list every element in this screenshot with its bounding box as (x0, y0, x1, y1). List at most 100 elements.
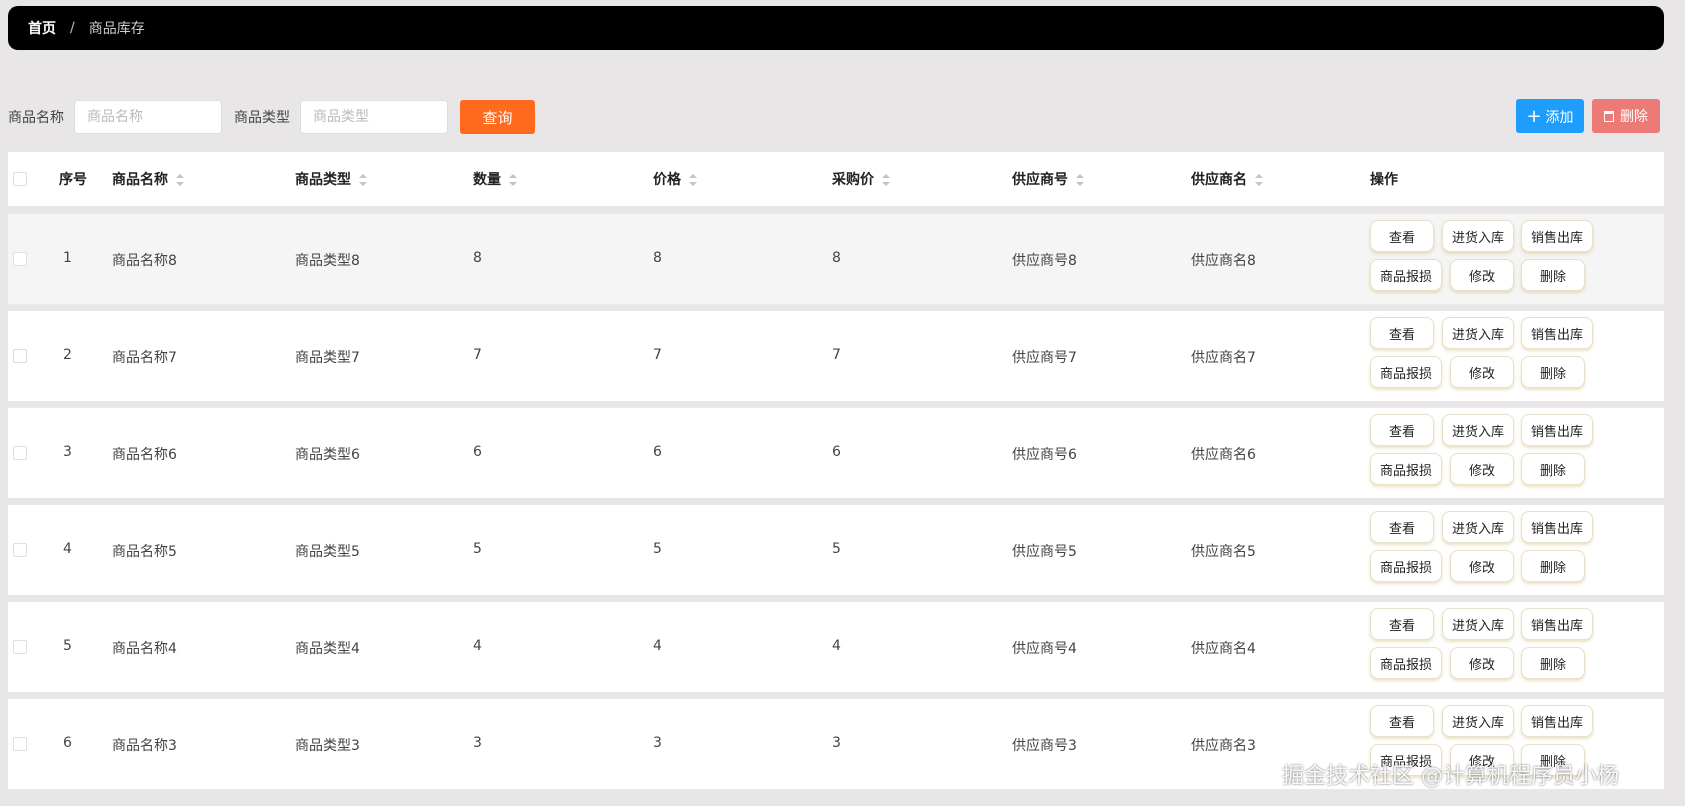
sort-icon[interactable] (359, 174, 367, 186)
sort-icon[interactable] (176, 174, 184, 186)
header-price-label: 价格 (653, 172, 681, 188)
cell-purchase-price: 7 (832, 347, 841, 363)
cell-type: 商品类型5 (295, 544, 360, 560)
breadcrumb-home[interactable]: 首页 (28, 18, 56, 38)
loss-report-button[interactable]: 商品报损 (1370, 453, 1442, 485)
sort-icon[interactable] (689, 174, 697, 186)
trash-icon (1604, 111, 1614, 122)
cell-name: 商品名称4 (112, 641, 177, 657)
sort-icon[interactable] (509, 174, 517, 186)
row-checkbox[interactable] (13, 543, 27, 557)
cell-type: 商品类型7 (295, 350, 360, 366)
header-qty[interactable]: 数量 (473, 169, 517, 189)
delete-button[interactable]: 删除 (1521, 356, 1585, 388)
cell-price: 6 (653, 444, 662, 460)
cell-name: 商品名称6 (112, 447, 177, 463)
table-row[interactable]: 1 商品名称8 商品类型8 8 8 8 供应商号8 供应商名8 查看 进货入库 销售出库 商品报损 修改… (8, 214, 1664, 304)
cell-supplier-name: 供应商名3 (1191, 738, 1256, 754)
loss-report-button[interactable]: 商品报损 (1370, 356, 1442, 388)
row-checkbox[interactable] (13, 737, 27, 751)
table-row[interactable]: 2 商品名称7 商品类型7 7 7 7 供应商号7 供应商名7 查看 进货入库 销售出库 商品报损 修改… (8, 311, 1664, 401)
header-name[interactable]: 商品名称 (112, 169, 184, 189)
cell-qty: 5 (473, 541, 482, 557)
sale-out-button[interactable]: 销售出库 (1521, 608, 1593, 640)
delete-button[interactable]: 删除 (1521, 259, 1585, 291)
cell-purchase-price: 3 (832, 735, 841, 751)
cell-supplier-no: 供应商号3 (1012, 738, 1077, 754)
row-checkbox[interactable] (13, 446, 27, 460)
cell-supplier-no: 供应商号5 (1012, 544, 1077, 560)
view-button[interactable]: 查看 (1370, 220, 1434, 252)
stock-in-button[interactable]: 进货入库 (1442, 414, 1514, 446)
table-row[interactable]: 5 商品名称4 商品类型4 4 4 4 供应商号4 供应商名4 查看 进货入库 销售出库 商品报损 修改… (8, 602, 1664, 692)
select-all-checkbox[interactable] (13, 172, 27, 186)
cell-price: 5 (653, 541, 662, 557)
batch-delete-button[interactable]: 删除 (1592, 99, 1660, 133)
view-button[interactable]: 查看 (1370, 414, 1434, 446)
row-checkbox[interactable] (13, 252, 27, 266)
header-type[interactable]: 商品类型 (295, 169, 367, 189)
plus-icon (1526, 110, 1545, 126)
sale-out-button[interactable]: 销售出库 (1521, 414, 1593, 446)
cell-purchase-price: 6 (832, 444, 841, 460)
edit-button[interactable]: 修改 (1450, 356, 1514, 388)
header-supplier-no[interactable]: 供应商号 (1012, 169, 1084, 189)
cell-name: 商品名称5 (112, 544, 177, 560)
header-supplier-no-label: 供应商号 (1012, 172, 1068, 188)
search-bar: 商品名称 商品类型 查询 (8, 99, 1664, 135)
stock-in-button[interactable]: 进货入库 (1442, 511, 1514, 543)
sale-out-button[interactable]: 销售出库 (1521, 220, 1593, 252)
cell-supplier-name: 供应商名4 (1191, 641, 1256, 657)
cell-name: 商品名称3 (112, 738, 177, 754)
cell-qty: 8 (473, 250, 482, 266)
breadcrumb-separator: / (70, 20, 75, 36)
row-checkbox[interactable] (13, 640, 27, 654)
cell-supplier-name: 供应商名8 (1191, 253, 1256, 269)
delete-button[interactable]: 删除 (1521, 453, 1585, 485)
view-button[interactable]: 查看 (1370, 317, 1434, 349)
stock-in-button[interactable]: 进货入库 (1442, 705, 1514, 737)
edit-button[interactable]: 修改 (1450, 259, 1514, 291)
cell-index: 2 (63, 347, 72, 363)
header-price[interactable]: 价格 (653, 169, 697, 189)
view-button[interactable]: 查看 (1370, 705, 1434, 737)
stock-in-button[interactable]: 进货入库 (1442, 317, 1514, 349)
sort-icon[interactable] (882, 174, 890, 186)
cell-supplier-no: 供应商号6 (1012, 447, 1077, 463)
view-button[interactable]: 查看 (1370, 511, 1434, 543)
delete-button[interactable]: 删除 (1521, 647, 1585, 679)
query-button[interactable]: 查询 (460, 100, 535, 134)
sale-out-button[interactable]: 销售出库 (1521, 511, 1593, 543)
delete-button[interactable]: 删除 (1521, 550, 1585, 582)
sort-icon[interactable] (1255, 174, 1263, 186)
loss-report-button[interactable]: 商品报损 (1370, 647, 1442, 679)
add-button[interactable]: 添加 (1516, 99, 1584, 133)
cell-supplier-no: 供应商号7 (1012, 350, 1077, 366)
row-checkbox[interactable] (13, 349, 27, 363)
cell-type: 商品类型4 (295, 641, 360, 657)
type-search-input[interactable] (300, 100, 448, 134)
view-button[interactable]: 查看 (1370, 608, 1434, 640)
sort-icon[interactable] (1076, 174, 1084, 186)
table-row[interactable]: 3 商品名称6 商品类型6 6 6 6 供应商号6 供应商名6 查看 进货入库 销售出库 商品报损 修改… (8, 408, 1664, 498)
loss-report-button[interactable]: 商品报损 (1370, 259, 1442, 291)
loss-report-button[interactable]: 商品报损 (1370, 550, 1442, 582)
edit-button[interactable]: 修改 (1450, 550, 1514, 582)
cell-index: 1 (63, 250, 72, 266)
name-search-input[interactable] (74, 100, 222, 134)
table-row[interactable]: 4 商品名称5 商品类型5 5 5 5 供应商号5 供应商名5 查看 进货入库 销售出库 商品报损 修改… (8, 505, 1664, 595)
sale-out-button[interactable]: 销售出库 (1521, 317, 1593, 349)
edit-button[interactable]: 修改 (1450, 647, 1514, 679)
breadcrumb: 首页 / 商品库存 (8, 6, 1664, 50)
header-supplier-name-label: 供应商名 (1191, 172, 1247, 188)
cell-type: 商品类型3 (295, 738, 360, 754)
stock-in-button[interactable]: 进货入库 (1442, 608, 1514, 640)
stock-in-button[interactable]: 进货入库 (1442, 220, 1514, 252)
header-supplier-name[interactable]: 供应商名 (1191, 169, 1263, 189)
header-name-label: 商品名称 (112, 172, 168, 188)
edit-button[interactable]: 修改 (1450, 453, 1514, 485)
cell-supplier-no: 供应商号8 (1012, 253, 1077, 269)
breadcrumb-current: 商品库存 (88, 21, 145, 37)
header-purchase-price[interactable]: 采购价 (832, 169, 890, 189)
sale-out-button[interactable]: 销售出库 (1521, 705, 1593, 737)
